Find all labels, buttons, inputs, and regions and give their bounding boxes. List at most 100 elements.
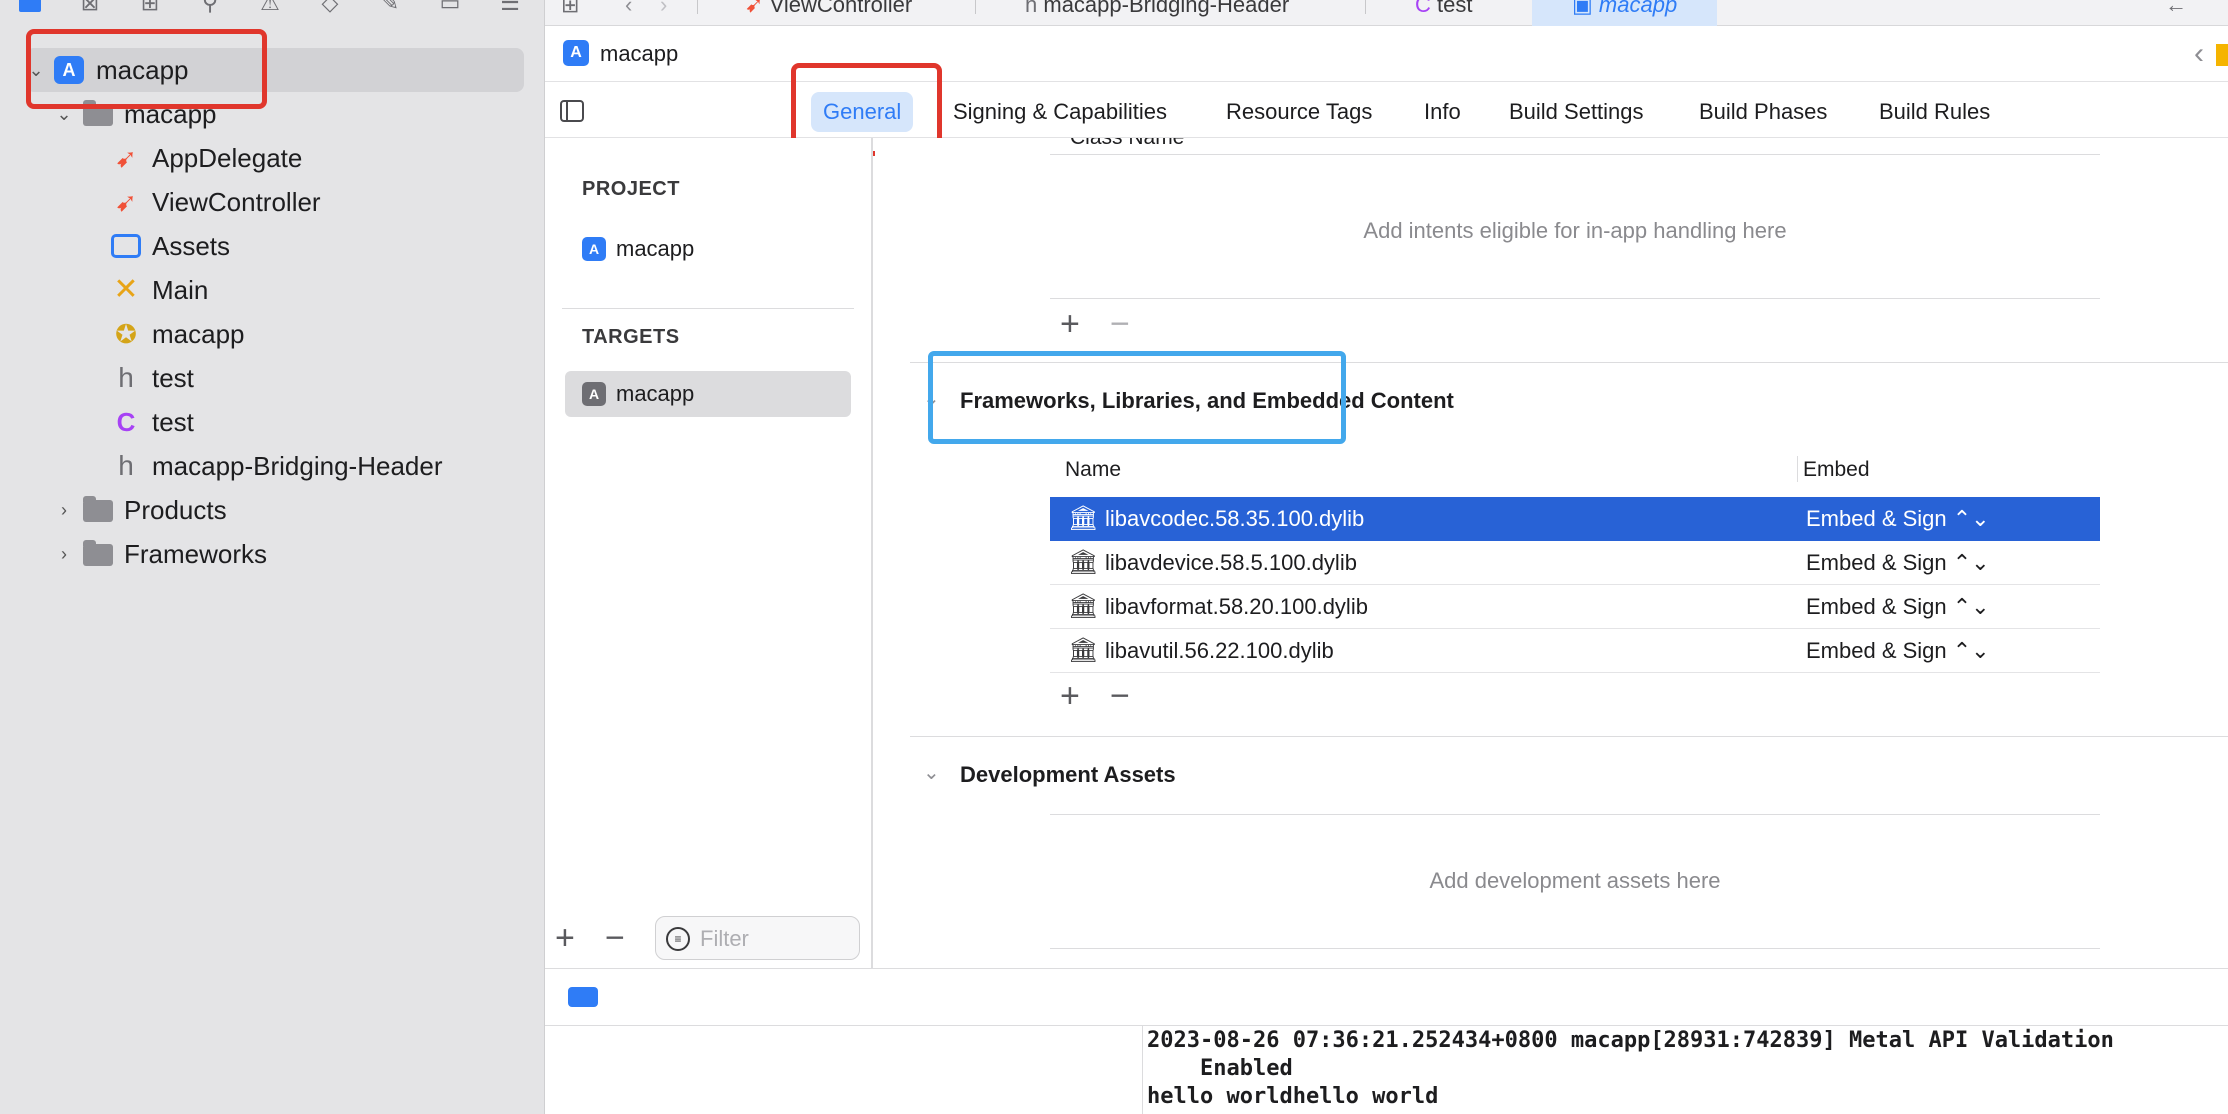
symbol-navigator-icon[interactable]: ⊞: [135, 0, 165, 14]
console-output[interactable]: 2023-08-26 07:36:21.252434+0800 macapp[2…: [1143, 1026, 2228, 1114]
tree-item-label: macapp-Bridging-Header: [152, 451, 443, 481]
forward-arrow-icon[interactable]: ›: [660, 0, 667, 26]
breakpoint-navigator-icon[interactable]: ▭: [435, 0, 465, 14]
header-file-icon: h: [118, 362, 134, 393]
find-navigator-icon[interactable]: ⚲: [195, 0, 225, 14]
highlight-frameworks-box: [928, 351, 1346, 444]
swift-icon: ➹: [745, 0, 764, 17]
header-file-icon: h: [118, 450, 134, 481]
framework-row[interactable]: 🏛 libavutil.56.22.100.dylib Embed & Sign…: [1050, 629, 2100, 673]
library-icon: 🏛: [1068, 549, 1099, 576]
tree-item-bridging-header[interactable]: h macapp-Bridging-Header: [0, 444, 545, 488]
tab-test[interactable]: C test: [1415, 0, 1472, 26]
tree-item-entitlements[interactable]: ✪ macapp: [0, 312, 545, 356]
library-icon: 🏛: [1068, 637, 1099, 664]
development-assets-title: Development Assets: [960, 762, 1176, 787]
tree-item-viewcontroller[interactable]: ➹ ViewController: [0, 180, 545, 224]
general-settings-content: Class Name Add intents eligible for in-a…: [875, 138, 2228, 968]
framework-row[interactable]: 🏛 libavcodec.58.35.100.dylib Embed & Sig…: [1050, 497, 2100, 541]
tree-item-label: AppDelegate: [152, 143, 303, 173]
test-navigator-icon[interactable]: ◇: [315, 0, 345, 14]
embed-column-header[interactable]: Embed: [1803, 458, 1870, 482]
tree-item-main[interactable]: ✕ Main: [0, 268, 545, 312]
tab-bridging-header[interactable]: h macapp-Bridging-Header: [1025, 0, 1289, 26]
tab-build-phases[interactable]: Build Phases: [1699, 92, 1827, 132]
tab-build-settings[interactable]: Build Settings: [1509, 92, 1644, 132]
tree-item-test-c[interactable]: C test: [0, 400, 545, 444]
header-file-icon: h: [1025, 0, 1038, 17]
storyboard-icon: ✕: [113, 273, 139, 306]
remove-icon[interactable]: −: [605, 918, 625, 958]
tab-build-rules[interactable]: Build Rules: [1879, 92, 1990, 132]
project-item-macapp[interactable]: A macapp: [565, 226, 851, 272]
variables-view: [545, 1026, 1143, 1114]
tree-item-label: Products: [124, 495, 227, 525]
embed-popup[interactable]: Embed & Sign ⌃⌄: [1806, 629, 1990, 673]
source-control-icon[interactable]: ⊠: [75, 0, 105, 14]
tree-item-label: Frameworks: [124, 539, 268, 569]
add-intent-icon[interactable]: +: [1060, 304, 1080, 344]
project-header: PROJECT: [582, 178, 680, 200]
framework-row[interactable]: 🏛 libavformat.58.20.100.dylib Embed & Si…: [1050, 585, 2100, 629]
add-icon[interactable]: +: [555, 918, 575, 958]
library-icon: 🏛: [1068, 593, 1099, 620]
app-icon: ▣: [1572, 0, 1593, 17]
remove-framework-icon[interactable]: −: [1110, 676, 1130, 716]
add-framework-icon[interactable]: +: [1060, 676, 1080, 716]
embed-popup[interactable]: Embed & Sign ⌃⌄: [1806, 541, 1990, 585]
tab-info[interactable]: Info: [1424, 92, 1461, 132]
tab-macapp[interactable]: ▣ macapp: [1532, 0, 1718, 26]
embed-popup[interactable]: Embed & Sign ⌃⌄: [1806, 585, 1990, 629]
target-list-footer: + − ≡ Filter: [545, 908, 871, 968]
warning-icon[interactable]: [2216, 44, 2228, 66]
app-icon: A: [582, 237, 606, 261]
highlight-project-box: [26, 29, 267, 109]
report-navigator-icon[interactable]: ☰: [495, 0, 525, 14]
console-line: hello worldhello world: [1147, 1084, 1439, 1109]
name-column-header[interactable]: Name: [1065, 458, 1121, 482]
grid-icon[interactable]: ⊞: [561, 0, 579, 26]
sidebar-toggle-icon[interactable]: [560, 100, 584, 122]
chevron-left-icon[interactable]: ‹: [2194, 26, 2204, 82]
chevron-right-icon[interactable]: ›: [54, 488, 74, 532]
embed-popup[interactable]: Embed & Sign ⌃⌄: [1806, 497, 1990, 541]
filter-field[interactable]: ≡ Filter: [655, 916, 860, 960]
tree-item-label: ViewController: [152, 187, 321, 217]
tree-item-label: test: [152, 407, 194, 437]
tree-item-label: test: [152, 363, 194, 393]
tab-viewcontroller[interactable]: ➹ ViewController: [745, 0, 912, 26]
entitlements-icon: ✪: [115, 319, 137, 349]
swift-icon: ➹: [115, 143, 137, 173]
tree-item-appdelegate[interactable]: ➹ AppDelegate: [0, 136, 545, 180]
framework-row[interactable]: 🏛 libavdevice.58.5.100.dylib Embed & Sig…: [1050, 541, 2100, 585]
tree-item-label: macapp: [152, 319, 245, 349]
tab-signing-capabilities[interactable]: Signing & Capabilities: [953, 92, 1167, 132]
debug-navigator-icon[interactable]: ✎: [375, 0, 405, 14]
project-targets-list: PROJECT A macapp TARGETS A macapp + − ≡ …: [545, 138, 873, 968]
project-navigator: ⊠ ⊞ ⚲ ⚠ ◇ ✎ ▭ ☰ ⌄ A macapp ⌄ macapp ➹ Ap…: [0, 0, 545, 1114]
tab-resource-tags[interactable]: Resource Tags: [1226, 92, 1372, 132]
swift-icon: ➹: [115, 187, 137, 217]
tree-item-assets[interactable]: Assets: [0, 224, 545, 268]
console-line: 2023-08-26 07:36:21.252434+0800 macapp[2…: [1147, 1028, 2114, 1053]
remove-intent-icon[interactable]: −: [1110, 304, 1130, 344]
folder-navigator-icon[interactable]: [15, 0, 45, 14]
folder-icon: [83, 496, 113, 522]
jump-bar-title[interactable]: macapp: [600, 26, 678, 82]
c-file-icon: C: [116, 407, 136, 437]
assets-icon: [111, 234, 141, 258]
targets-header: TARGETS: [582, 326, 680, 348]
chevron-right-icon[interactable]: ›: [54, 532, 74, 576]
issue-navigator-icon[interactable]: ⚠: [255, 0, 285, 14]
tree-item-products[interactable]: › Products: [0, 488, 545, 532]
filter-icon: ≡: [666, 927, 690, 951]
c-file-icon: C: [1415, 0, 1431, 17]
back-arrow-icon[interactable]: ←: [2165, 0, 2187, 26]
target-item-macapp[interactable]: A macapp: [565, 371, 851, 417]
breakpoint-toggle-icon[interactable]: [568, 987, 598, 1007]
tree-item-test-header[interactable]: h test: [0, 356, 545, 400]
chevron-down-icon[interactable]: ⌄: [923, 760, 940, 785]
tree-item-frameworks[interactable]: › Frameworks: [0, 532, 545, 576]
class-name-column-header: Class Name: [1070, 138, 1184, 150]
back-arrow-icon[interactable]: ‹: [625, 0, 632, 26]
